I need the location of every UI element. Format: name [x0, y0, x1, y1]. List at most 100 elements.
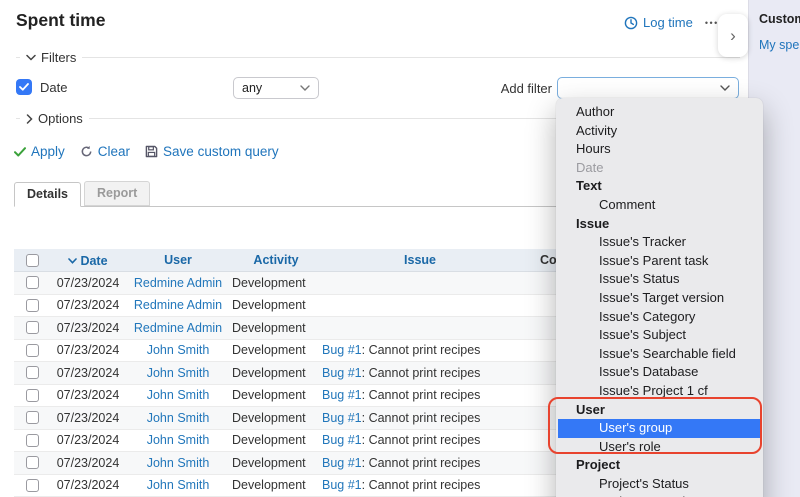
dropdown-option-date: Date — [556, 159, 763, 178]
issue-cell: Bug #1: Cannot print recipes — [322, 456, 518, 470]
chevron-right-icon — [26, 114, 33, 124]
issue-cell: Bug #1: Cannot print recipes — [322, 388, 518, 402]
issue-link[interactable]: Bug #1 — [322, 456, 362, 470]
date-cell: 07/23/2024 — [50, 411, 126, 425]
dropdown-option-author[interactable]: Author — [556, 103, 763, 122]
date-cell: 07/23/2024 — [50, 388, 126, 402]
dropdown-option-issue: Issue — [556, 215, 763, 234]
row-checkbox[interactable] — [26, 344, 39, 357]
dropdown-option-issue-s-tracker[interactable]: Issue's Tracker — [556, 233, 763, 252]
issue-link[interactable]: Bug #1 — [322, 411, 362, 425]
column-header-date[interactable]: Date — [68, 254, 107, 268]
more-menu-button[interactable]: ••• — [705, 18, 719, 28]
date-cell: 07/23/2024 — [50, 433, 126, 447]
page-title: Spent time — [16, 10, 105, 31]
issue-subject: : Cannot print recipes — [362, 343, 481, 357]
dropdown-option-issue-s-project-1-cf[interactable]: Issue's Project 1 cf — [556, 382, 763, 401]
add-filter-label: Add filter — [450, 81, 552, 96]
dropdown-option-activity[interactable]: Activity — [556, 122, 763, 141]
issue-cell: Bug #1: Cannot print recipes — [322, 411, 518, 425]
row-checkbox[interactable] — [26, 456, 39, 469]
chevron-down-icon — [720, 85, 730, 91]
save-custom-query-label: Save custom query — [163, 144, 279, 159]
log-time-link[interactable]: Log time — [624, 15, 693, 30]
row-checkbox[interactable] — [26, 411, 39, 424]
date-filter-checkbox[interactable] — [16, 79, 32, 95]
dropdown-option-comment[interactable]: Comment — [556, 196, 763, 215]
date-cell: 07/23/2024 — [50, 478, 126, 492]
activity-cell: Development — [230, 298, 322, 312]
options-toggle[interactable]: Options — [20, 111, 89, 126]
clear-button[interactable]: Clear — [80, 144, 130, 159]
activity-cell: Development — [230, 366, 322, 380]
column-header-user[interactable]: User — [126, 253, 230, 267]
user-link[interactable]: John Smith — [147, 343, 210, 357]
user-link[interactable]: Redmine Admin — [134, 298, 222, 312]
tab-report[interactable]: Report — [84, 181, 150, 206]
issue-cell: Bug #1: Cannot print recipes — [322, 433, 518, 447]
issue-subject: : Cannot print recipes — [362, 411, 481, 425]
dropdown-option-issue-s-status[interactable]: Issue's Status — [556, 270, 763, 289]
row-checkbox[interactable] — [26, 479, 39, 492]
dropdown-option-project-s-status[interactable]: Project's Status — [556, 475, 763, 494]
chevron-down-icon — [26, 54, 36, 61]
select-all-checkbox[interactable] — [26, 254, 39, 267]
column-header-issue[interactable]: Issue — [322, 253, 518, 267]
sidebar-collapse-button[interactable]: › — [718, 14, 748, 57]
date-cell: 07/23/2024 — [50, 298, 126, 312]
date-operator-value: any — [242, 81, 262, 95]
filters-divider — [16, 57, 740, 58]
dropdown-option-issue-s-database[interactable]: Issue's Database — [556, 363, 763, 382]
sidebar-link-my-spent-time[interactable]: My spent time — [759, 38, 800, 52]
issue-link[interactable]: Bug #1 — [322, 343, 362, 357]
dropdown-option-hours[interactable]: Hours — [556, 140, 763, 159]
apply-button[interactable]: Apply — [14, 144, 65, 159]
activity-cell: Development — [230, 343, 322, 357]
user-link[interactable]: John Smith — [147, 388, 210, 402]
add-filter-dropdown: AuthorActivityHoursDateTextCommentIssueI… — [556, 98, 763, 497]
issue-link[interactable]: Bug #1 — [322, 388, 362, 402]
row-checkbox[interactable] — [26, 434, 39, 447]
clear-label: Clear — [98, 144, 130, 159]
user-link[interactable]: John Smith — [147, 433, 210, 447]
dropdown-option-issue-s-searchable-field[interactable]: Issue's Searchable field — [556, 345, 763, 364]
column-header-activity[interactable]: Activity — [230, 253, 322, 267]
dropdown-option-issue-s-subject[interactable]: Issue's Subject — [556, 326, 763, 345]
issue-link[interactable]: Bug #1 — [322, 478, 362, 492]
dropdown-option-user-s-role[interactable]: User's role — [556, 438, 763, 457]
row-checkbox[interactable] — [26, 299, 39, 312]
date-operator-select[interactable]: any — [233, 77, 319, 99]
issue-link[interactable]: Bug #1 — [322, 366, 362, 380]
tab-details[interactable]: Details — [14, 182, 81, 207]
issue-link[interactable]: Bug #1 — [322, 433, 362, 447]
row-checkbox[interactable] — [26, 389, 39, 402]
issue-subject: : Cannot print recipes — [362, 366, 481, 380]
spent-time-page: Spent time Log time ••• › Custom queries… — [0, 0, 800, 497]
activity-cell: Development — [230, 388, 322, 402]
user-link[interactable]: John Smith — [147, 411, 210, 425]
user-link[interactable]: John Smith — [147, 456, 210, 470]
user-link[interactable]: Redmine Admin — [134, 276, 222, 290]
user-link[interactable]: John Smith — [147, 366, 210, 380]
dropdown-option-user-s-group[interactable]: User's group — [558, 419, 761, 438]
filters-toggle[interactable]: Filters — [20, 50, 82, 65]
dropdown-option-text: Text — [556, 177, 763, 196]
activity-cell: Development — [230, 321, 322, 335]
dropdown-option-issue-s-parent-task[interactable]: Issue's Parent task — [556, 252, 763, 271]
dropdown-option-issue-s-target-version[interactable]: Issue's Target version — [556, 289, 763, 308]
dropdown-option-project-s-development-status[interactable]: Project's Development status — [556, 493, 763, 497]
check-icon — [14, 147, 26, 157]
issue-subject: : Cannot print recipes — [362, 478, 481, 492]
row-checkbox[interactable] — [26, 366, 39, 379]
sort-desc-icon — [68, 258, 77, 264]
row-checkbox[interactable] — [26, 321, 39, 334]
apply-label: Apply — [31, 144, 65, 159]
chevron-down-icon — [300, 85, 310, 91]
user-link[interactable]: Redmine Admin — [134, 321, 222, 335]
save-custom-query-button[interactable]: Save custom query — [145, 144, 279, 159]
user-link[interactable]: John Smith — [147, 478, 210, 492]
activity-cell: Development — [230, 478, 322, 492]
row-checkbox[interactable] — [26, 276, 39, 289]
add-filter-select[interactable] — [557, 77, 739, 99]
dropdown-option-issue-s-category[interactable]: Issue's Category — [556, 308, 763, 327]
